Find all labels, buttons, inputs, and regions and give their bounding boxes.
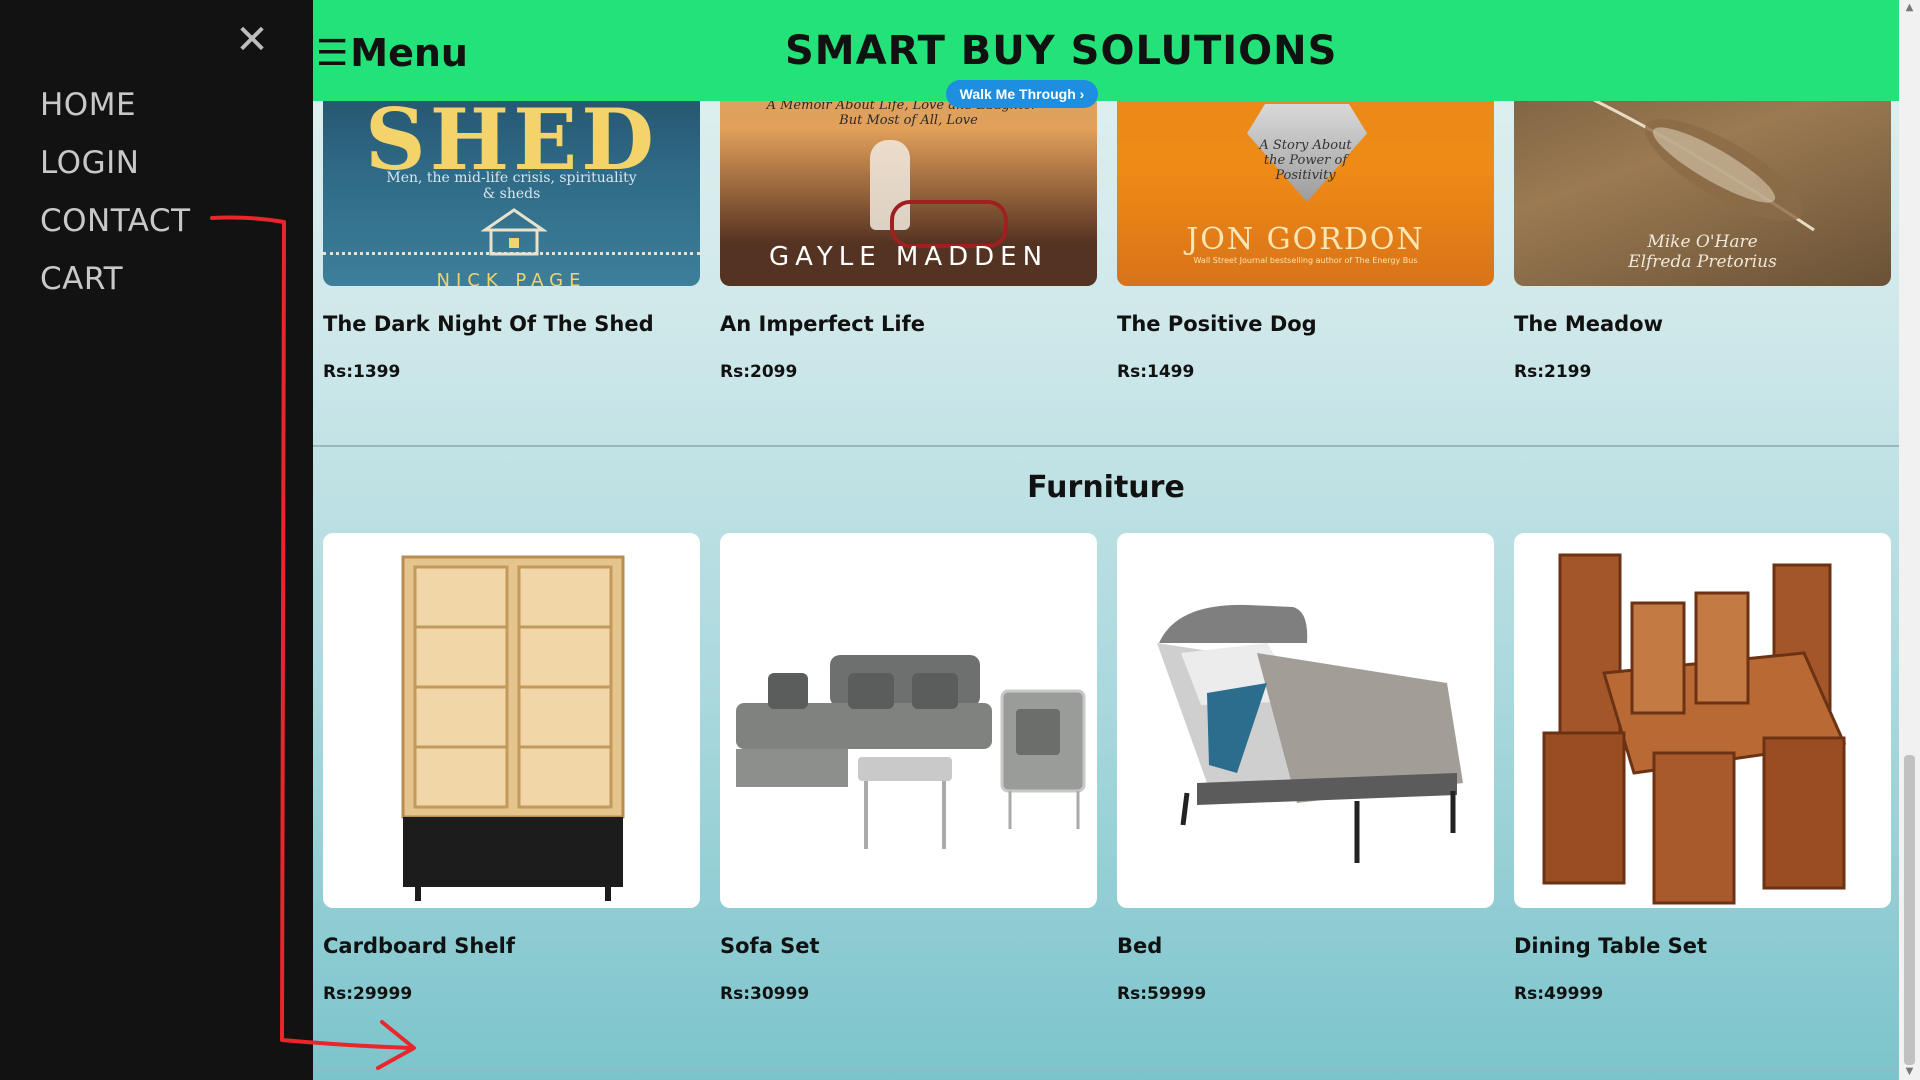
cover-tagline-text: A Story About the Power of Positivity	[1259, 138, 1352, 183]
section-title: Furniture	[1027, 470, 1185, 505]
product-card[interactable]: Bed Rs:59999	[1117, 533, 1494, 1004]
sidebar-item-login[interactable]: LOGIN	[40, 142, 191, 200]
site-brand-title: SMART BUY SOLUTIONS	[785, 28, 1338, 74]
main-content: SHED Men, the mid-life crisis, spiritual…	[313, 0, 1899, 1080]
sidebar-nav: HOME LOGIN CONTACT CART	[40, 84, 191, 316]
cover-subtitle-text: Wall Street Journal bestselling author o…	[1193, 256, 1418, 265]
product-title[interactable]: The Positive Dog	[1117, 312, 1494, 340]
product-image[interactable]	[720, 533, 1097, 908]
product-card[interactable]: Dining Table Set Rs:49999	[1514, 533, 1891, 1004]
product-title[interactable]: Bed	[1117, 934, 1494, 962]
furniture-grid: Cardboard Shelf Rs:29999 Sofa Set Rs:309…	[323, 533, 1891, 1004]
product-image[interactable]	[1514, 533, 1891, 908]
product-title[interactable]: Cardboard Shelf	[323, 934, 700, 962]
product-title[interactable]: The Dark Night Of The Shed	[323, 312, 700, 340]
scrollbar-thumb[interactable]	[1904, 755, 1915, 1065]
top-header: ☰ Menu SMART BUY SOLUTIONS	[313, 0, 1899, 101]
side-navigation: ✕ HOME LOGIN CONTACT CART	[0, 0, 313, 1080]
cover-author-text: NICK PAGE	[436, 270, 587, 286]
product-price: Rs:1399	[323, 362, 401, 382]
bed-illustration	[1157, 604, 1463, 863]
scroll-up-icon[interactable]: ▲	[1899, 0, 1920, 16]
feather-illustration	[1593, 98, 1815, 232]
dining-table-illustration	[1542, 553, 1847, 905]
section-divider	[313, 1068, 1899, 1070]
cover-author-text: GAYLE MADDEN	[768, 242, 1049, 272]
product-price: Rs:1499	[1117, 362, 1195, 382]
bicycle-shape	[890, 200, 1008, 248]
product-price: Rs:2099	[720, 362, 798, 382]
sidebar-item-contact[interactable]: CONTACT	[40, 200, 191, 258]
product-title[interactable]: Dining Table Set	[1514, 934, 1891, 962]
shelf-illustration	[401, 555, 625, 901]
cover-author-text: JON GORDON	[1186, 222, 1425, 257]
product-title[interactable]: An Imperfect Life	[720, 312, 1097, 340]
product-price: Rs:49999	[1514, 984, 1604, 1004]
product-title[interactable]: The Meadow	[1514, 312, 1891, 340]
product-price: Rs:30999	[720, 984, 810, 1004]
product-price: Rs:29999	[323, 984, 413, 1004]
cover-subtitle-text: Men, the mid-life crisis, spirituality &…	[386, 170, 637, 202]
section-divider	[313, 445, 1899, 447]
sidebar-item-home[interactable]: HOME	[40, 84, 191, 142]
product-title[interactable]: Sofa Set	[720, 934, 1097, 962]
product-image[interactable]	[1117, 533, 1494, 908]
product-price: Rs:2199	[1514, 362, 1592, 382]
product-card[interactable]: Cardboard Shelf Rs:29999	[323, 533, 700, 1004]
cover-author-text: Mike O'Hare Elfreda Pretorius	[1628, 232, 1777, 272]
walk-me-through-button[interactable]: Walk Me Through ›	[946, 80, 1098, 108]
product-card[interactable]: Sofa Set Rs:30999	[720, 533, 1097, 1004]
product-image[interactable]	[323, 533, 700, 908]
page-scrollbar[interactable]: ▲ ▼	[1899, 0, 1920, 1080]
sofa-illustration	[736, 655, 1086, 849]
sidebar-item-cart[interactable]: CART	[40, 258, 191, 316]
close-icon[interactable]: ✕	[234, 20, 270, 60]
product-price: Rs:59999	[1117, 984, 1207, 1004]
scroll-down-icon[interactable]: ▼	[1899, 1064, 1920, 1080]
house-illustration	[481, 208, 547, 256]
